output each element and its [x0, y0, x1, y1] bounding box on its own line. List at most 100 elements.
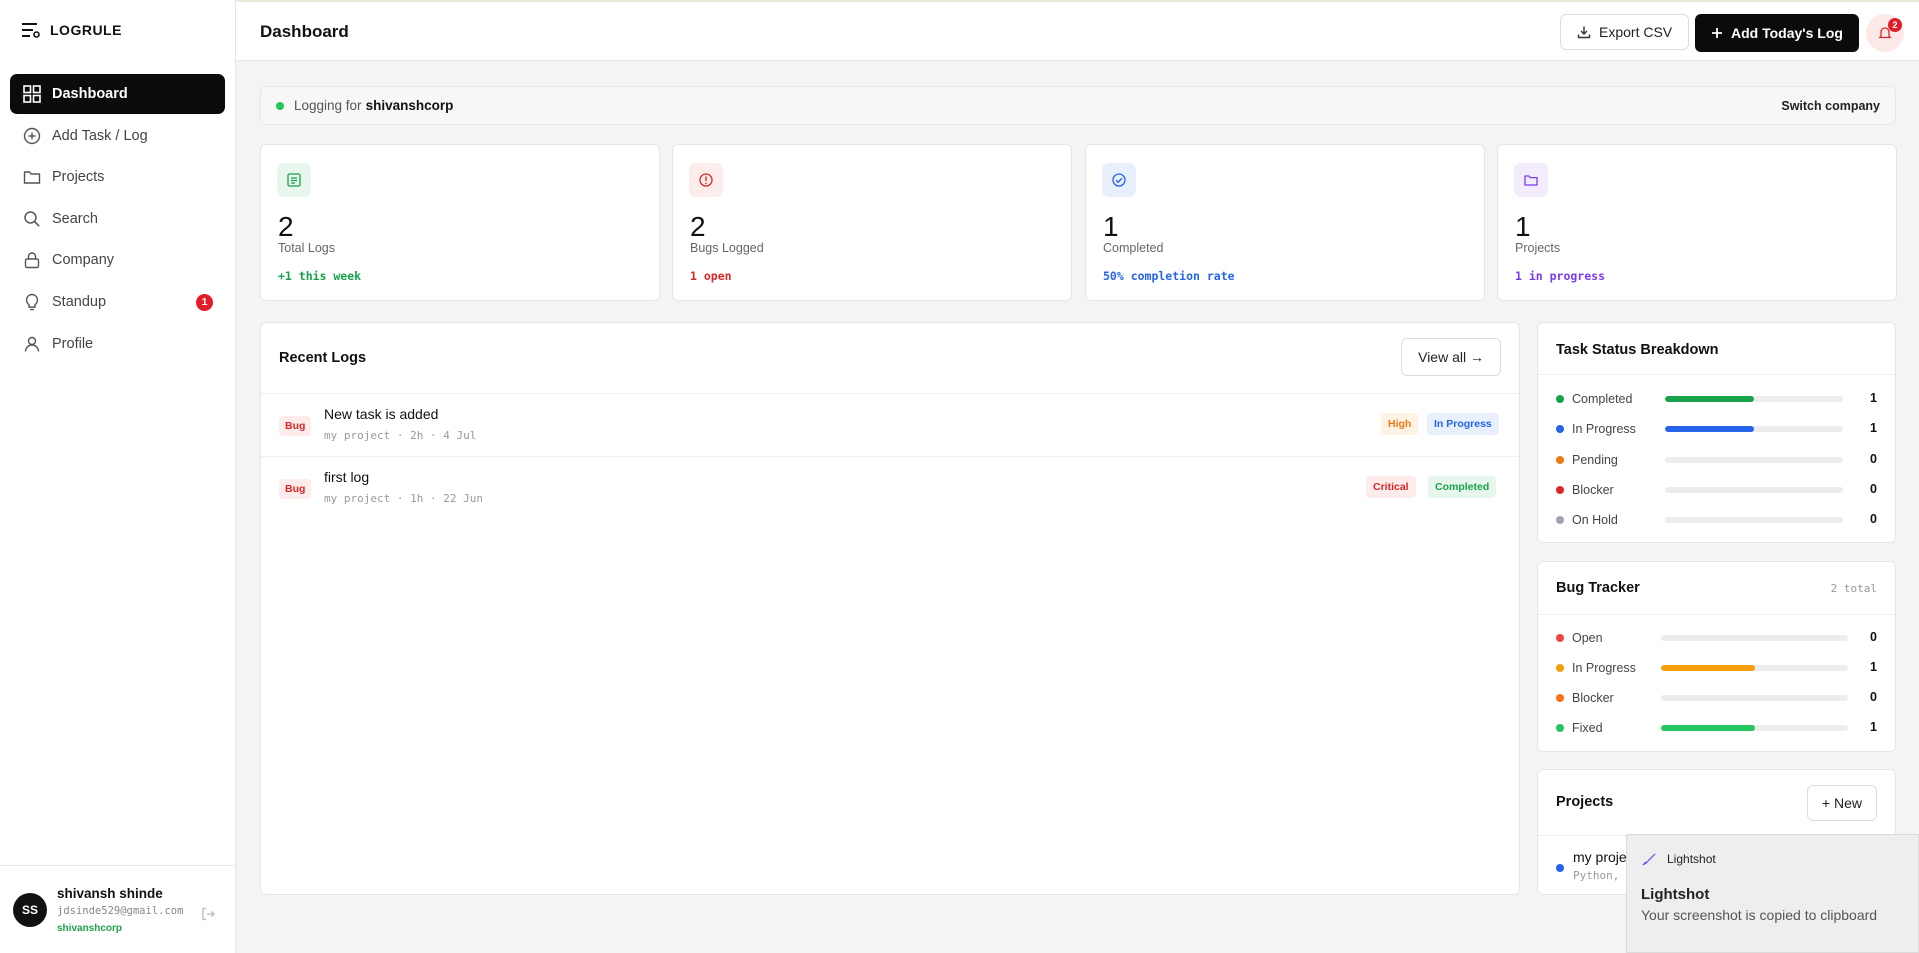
status-dot	[1556, 425, 1564, 434]
logging-for-label: Logging for	[294, 98, 362, 113]
stat-sub: 1 open	[690, 269, 732, 283]
stat-value: 2	[690, 211, 706, 242]
search-icon	[22, 209, 42, 229]
brand[interactable]: LOGRULE	[0, 0, 235, 60]
stat-sub: 50% completion rate	[1103, 269, 1235, 283]
user-info: shivansh shinde jdsinde529@gmail.com shi…	[57, 886, 183, 934]
new-project-button[interactable]: + New	[1806, 785, 1877, 821]
status-dot	[1556, 455, 1564, 464]
logout-icon[interactable]	[200, 906, 216, 922]
user-icon	[22, 334, 42, 354]
user-name: shivansh shinde	[57, 885, 163, 901]
status-count: 1	[1870, 720, 1877, 734]
priority-badge: Critical	[1366, 476, 1416, 498]
status-count: 0	[1870, 481, 1877, 496]
type-badge: Bug	[279, 416, 312, 436]
sidebar-item-label: Dashboard	[52, 86, 128, 102]
folder-icon	[22, 167, 42, 187]
progress-track	[1665, 426, 1843, 433]
feather-icon	[1641, 851, 1657, 867]
stat-value: 2	[278, 211, 294, 242]
sidebar-item-dashboard[interactable]: Dashboard	[10, 74, 225, 114]
log-meta: my project · 2h · 4 Jul	[324, 429, 477, 442]
sidebar-item-add-task[interactable]: Add Task / Log	[10, 116, 225, 156]
projects-title: Projects	[1556, 794, 1614, 810]
export-csv-button[interactable]: Export CSV	[1560, 14, 1690, 50]
bug-tracker-title: Bug Tracker	[1556, 580, 1640, 596]
sidebar-item-profile[interactable]: Profile	[10, 324, 225, 364]
user-card[interactable]: SS shivansh shinde jdsinde529@gmail.com …	[0, 865, 235, 953]
status-dot	[1556, 485, 1564, 494]
check-circle-icon	[1102, 163, 1136, 197]
document-icon	[277, 163, 311, 197]
add-todays-log-button[interactable]: Add Today's Log	[1695, 14, 1859, 52]
status-label: Blocker	[1572, 482, 1614, 497]
project-name[interactable]: my proje	[1573, 849, 1627, 865]
folder-icon	[1514, 163, 1548, 197]
status-dot	[1556, 694, 1564, 702]
bulb-icon	[22, 292, 42, 312]
status-count: 0	[1870, 451, 1877, 466]
stat-sub: 1 in progress	[1515, 269, 1606, 283]
progress-track	[1665, 396, 1843, 402]
log-meta: my project · 1h · 22 Jun	[324, 492, 483, 505]
status-dot	[1556, 395, 1564, 403]
status-count: 1	[1870, 391, 1877, 405]
stat-label: Projects	[1515, 241, 1561, 255]
progress-track	[1661, 725, 1848, 731]
page-title: Dashboard	[260, 22, 349, 41]
recent-logs-panel: Recent Logs View all → Bug New task is a…	[260, 322, 1520, 895]
user-email: jdsinde529@gmail.com	[57, 904, 184, 917]
priority-badge: High	[1381, 413, 1419, 435]
status-label: In Progress	[1572, 422, 1636, 437]
stat-value: 1	[1103, 211, 1119, 242]
status-label: Fixed	[1572, 721, 1603, 735]
stat-label: Bugs Logged	[690, 241, 764, 255]
lock-icon	[22, 250, 42, 270]
status-label: Blocker	[1572, 691, 1614, 705]
status-label: Completed	[1572, 392, 1633, 406]
sidebar-item-label: Search	[52, 210, 98, 227]
task-status-panel: Task Status Breakdown Completed 1 In Progr…	[1537, 322, 1896, 543]
menu-logo-icon	[22, 22, 40, 38]
notifications-button[interactable]: 2	[1866, 14, 1904, 52]
status-label: Pending	[1572, 452, 1618, 467]
plus-icon	[1711, 27, 1723, 39]
type-badge: Bug	[279, 479, 312, 499]
recent-logs-title: Recent Logs	[279, 350, 367, 366]
stat-card-bugs-logged: 2 Bugs Logged 1 open	[672, 144, 1072, 301]
status-count: 0	[1870, 630, 1877, 644]
stat-card-completed: 1 Completed 50% completion rate	[1085, 144, 1485, 301]
sidebar-item-search[interactable]: Search	[10, 199, 225, 239]
switch-company-link[interactable]: Switch company	[1781, 99, 1880, 113]
sidebar-item-label: Add Task / Log	[52, 127, 148, 144]
standup-badge: 1	[196, 293, 213, 311]
status-label: Open	[1572, 631, 1603, 645]
status-label: On Hold	[1572, 513, 1618, 528]
status-dot	[276, 101, 284, 110]
alert-icon	[689, 163, 723, 197]
status-dot	[1556, 516, 1564, 525]
progress-fill	[1665, 426, 1754, 433]
progress-track	[1661, 665, 1848, 671]
stat-value: 1	[1515, 211, 1531, 242]
sidebar-item-label: Company	[52, 252, 115, 269]
project-status-dot	[1556, 864, 1564, 872]
view-all-button[interactable]: View all →	[1401, 338, 1501, 376]
sidebar-item-projects[interactable]: Projects	[10, 157, 225, 197]
stat-card-total-logs: 2 Total Logs +1 this week	[260, 144, 660, 301]
lightshot-toast[interactable]: Lightshot Lightshot Your screenshot is c…	[1626, 834, 1919, 953]
progress-track	[1661, 635, 1848, 641]
log-row[interactable]: Bug first log my project · 1h · 22 Jun C…	[261, 456, 1519, 519]
status-dot	[1556, 664, 1564, 672]
status-dot	[1556, 634, 1564, 642]
brand-name: LOGRULE	[50, 22, 122, 38]
sidebar-item-company[interactable]: Company	[10, 240, 225, 280]
log-row[interactable]: Bug New task is added my project · 2h · …	[261, 393, 1519, 456]
status-count: 1	[1870, 421, 1877, 436]
sidebar-item-standup[interactable]: Standup 1	[10, 282, 225, 322]
toast-app: Lightshot	[1641, 851, 1716, 867]
avatar: SS	[13, 892, 47, 927]
status-badge: Completed	[1428, 476, 1497, 498]
add-todays-log-label: Add Today's Log	[1731, 25, 1843, 41]
